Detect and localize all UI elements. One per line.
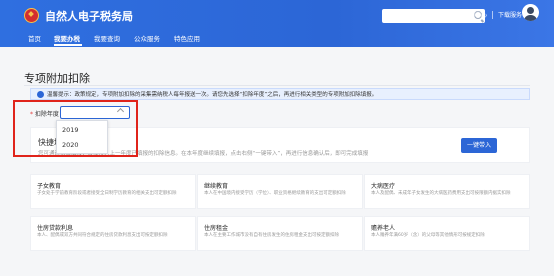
nav-home[interactable]: 首页 [28, 33, 41, 43]
active-nav-indicator [54, 44, 82, 46]
nav-tax-handling[interactable]: 我要办税 [54, 33, 80, 43]
card-description: 本人在中国境内接受学历（学位）、职业资格继续教育的支出可定额扣除 [204, 191, 346, 196]
app-title: 自然人电子税务局 [45, 10, 133, 23]
help-center-link[interactable]: 帮助中心 [463, 10, 487, 19]
card-housing-rent[interactable]: 住房租金 本人在主要工作城市没有自有住房发生的住房租金支出可按定额扣除 [197, 216, 363, 251]
card-serious-illness[interactable]: 大病医疗 本人及配偶、未成年子女发生的大病医药费用支出可按限额内据实扣除 [364, 174, 530, 209]
card-title: 子女教育 [37, 183, 62, 190]
notice-banner: 温馨提示：政策规定，专项附加扣除的采集需纳税人每年报送一次。请您先选择“扣除年度… [30, 88, 530, 100]
card-description: 本人及配偶、未成年子女发生的大病医药费用支出可按限额内据实扣除 [371, 191, 511, 196]
card-title: 继续教育 [204, 183, 229, 190]
divider [492, 11, 493, 19]
tax-emblem-icon [24, 8, 39, 23]
nav-query[interactable]: 我要查询 [94, 33, 120, 43]
user-avatar[interactable] [522, 4, 539, 21]
card-title: 住房租金 [204, 225, 229, 232]
divider [420, 11, 421, 19]
notice-text: 温馨提示：政策规定，专项附加扣除的采集需纳税人每年报送一次。请您先选择“扣除年度… [47, 92, 378, 98]
nav-public-service[interactable]: 公众服务 [134, 33, 160, 43]
divider [24, 85, 530, 86]
mobile-app-link[interactable]: 手机APP [428, 10, 451, 19]
card-description: 本人赡养年满60岁（含）的父母等其他情形可按规定扣除 [371, 233, 485, 238]
card-title: 赡养老人 [371, 225, 396, 232]
card-description: 本人、配偶或双方共同符合规定的住房贷款利息支出可按定额扣除 [37, 233, 168, 238]
one-click-import-button[interactable]: 一键带入 [461, 138, 497, 153]
info-icon [37, 91, 44, 98]
card-elderly-support[interactable]: 赡养老人 本人赡养年满60岁（含）的父母等其他情形可按规定扣除 [364, 216, 530, 251]
card-description: 本人在主要工作城市没有自有住房发生的住房租金支出可按定额扣除 [204, 233, 339, 238]
page-title: 专项附加扣除 [24, 72, 90, 85]
top-header: 自然人电子税务局 手机APP 帮助中心 下载服务 首页 我要办税 我要查询 公众… [0, 0, 554, 47]
annotation-highlight-box [13, 100, 138, 157]
notification-bell-icon[interactable] [398, 8, 410, 22]
card-housing-loan-interest[interactable]: 住房贷款利息 本人、配偶或双方共同符合规定的住房贷款利息支出可按定额扣除 [30, 216, 196, 251]
card-title: 大病医疗 [371, 183, 396, 190]
card-description: 子女处于学前教育阶段或者接受全日制学历教育的相关支出可定额扣除 [37, 191, 177, 196]
card-continuing-education[interactable]: 继续教育 本人在中国境内接受学历（学位）、职业资格继续教育的支出可定额扣除 [197, 174, 363, 209]
divider [456, 11, 457, 19]
card-title: 住房贷款利息 [37, 225, 74, 232]
download-service-link[interactable]: 下载服务 [498, 10, 522, 19]
card-children-education[interactable]: 子女教育 子女处于学前教育阶段或者接受全日制学历教育的相关支出可定额扣除 [30, 174, 196, 209]
nav-featured-apps[interactable]: 特色应用 [174, 33, 200, 43]
